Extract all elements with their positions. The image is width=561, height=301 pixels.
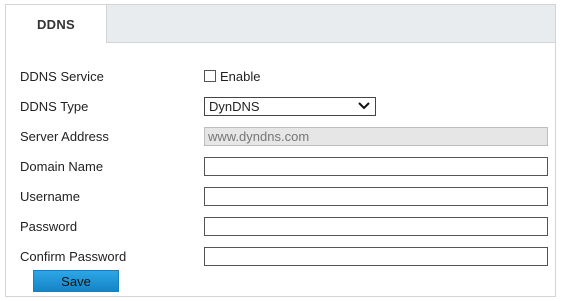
domain-name-field[interactable]	[204, 156, 548, 176]
enable-checkbox-group[interactable]: Enable	[204, 69, 260, 84]
username-field[interactable]	[204, 186, 548, 206]
tab-ddns[interactable]: DDNS	[6, 5, 107, 43]
server-address-field	[204, 126, 548, 146]
confirm-password-field[interactable]	[204, 246, 548, 266]
ddns-type-label: DDNS Type	[20, 98, 89, 114]
save-button[interactable]: Save	[33, 270, 119, 292]
enable-label: Enable	[220, 68, 261, 84]
ddns-type-value: DynDNS	[209, 98, 260, 114]
domain-name-label: Domain Name	[20, 158, 104, 174]
ddns-service-label: DDNS Service	[20, 68, 104, 84]
password-label: Password	[20, 218, 78, 234]
ddns-type-select[interactable]: DynDNS	[204, 96, 376, 116]
confirm-password-label: Confirm Password	[20, 248, 127, 264]
chevron-down-icon	[358, 102, 370, 110]
username-label: Username	[20, 188, 80, 204]
enable-checkbox[interactable]	[204, 70, 216, 82]
tab-bar: DDNS	[6, 5, 555, 43]
server-address-label: Server Address	[20, 128, 109, 144]
password-field[interactable]	[204, 216, 548, 236]
